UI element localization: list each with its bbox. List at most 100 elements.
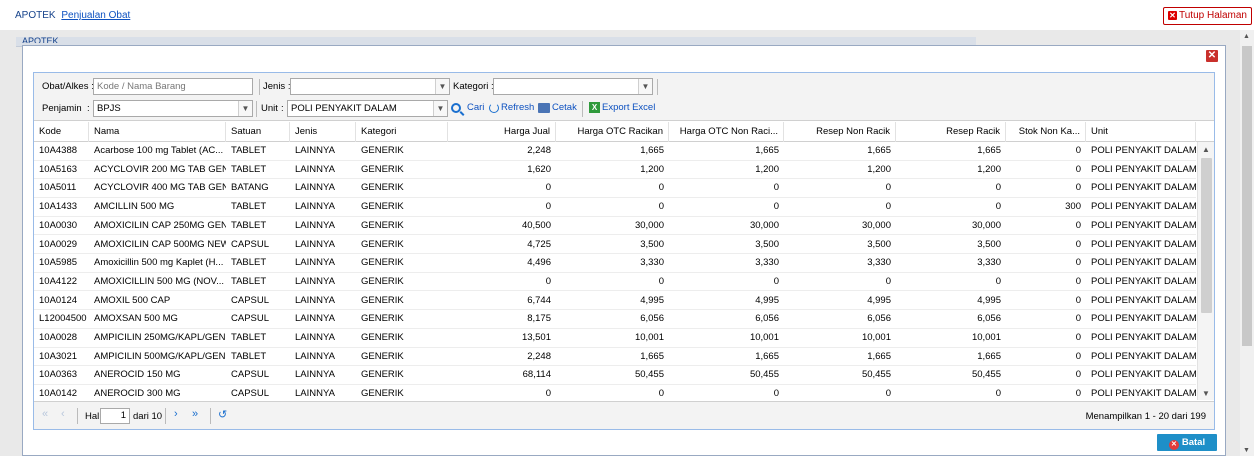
cell-nama: ACYCLOVIR 200 MG TAB GEN: [94, 163, 226, 175]
table-row[interactable]: 10A0030 AMOXICILIN CAP 250MG GEN TABLET LAI…: [34, 217, 1196, 236]
cell-resep-non-racik: 1,665: [867, 350, 891, 362]
cell-jenis: LAINNYA: [295, 350, 335, 362]
column-header-unit[interactable]: Unit: [1086, 122, 1196, 142]
table-row[interactable]: 10A3021 AMPICILIN 500MG/KAPL/GEN TABLET LAI…: [34, 348, 1196, 367]
column-header-harga-otc-racikan[interactable]: Harga OTC Racikan: [556, 122, 669, 142]
cell-resep-non-racik: 0: [885, 388, 891, 400]
unit-select[interactable]: POLI PENYAKIT DALAM ▼: [287, 100, 448, 117]
column-header-harga-jual[interactable]: Harga Jual: [448, 122, 556, 142]
page-number-input[interactable]: 1: [100, 408, 130, 424]
breadcrumb-page-link[interactable]: Penjualan Obat: [61, 10, 130, 21]
table-row[interactable]: 10A0029 AMOXICILIN CAP 500MG NEW CAPSUL LAI…: [34, 236, 1196, 255]
scroll-down-icon[interactable]: ▼: [1243, 447, 1250, 454]
table-row[interactable]: 10A1433 AMCILLIN 500 MG TABLET LAINNYA GENER…: [34, 198, 1196, 217]
cell-kode: L12004500: [39, 313, 87, 325]
grid-scrollbar[interactable]: ▲ ▼: [1197, 142, 1214, 400]
cell-harga-otc-racikan: 6,056: [640, 313, 664, 325]
table-row[interactable]: 10A0124 AMOXIL 500 CAP CAPSUL LAINNYA GENERI…: [34, 292, 1196, 311]
table-row[interactable]: 10A5011 ACYCLOVIR 400 MG TAB GEN BATANG LAI…: [34, 179, 1196, 198]
cell-jenis: LAINNYA: [295, 238, 335, 250]
table-row[interactable]: 10A0363 ANEROCID 150 MG CAPSUL LAINNYA GENER…: [34, 366, 1196, 385]
cell-stok-non-kapasitas: 0: [1075, 350, 1081, 362]
cell-resep-non-racik: 10,001: [861, 332, 891, 343]
chevron-down-icon[interactable]: ▼: [433, 101, 447, 116]
first-page-icon[interactable]: «: [42, 408, 48, 420]
cell-kode: 10A0142: [39, 388, 78, 400]
column-header-satuan[interactable]: Satuan: [226, 122, 290, 142]
table-row[interactable]: 10A4122 AMOXICILLIN 500 MG (NOV... TABLET L…: [34, 273, 1196, 292]
cell-harga-otc-racikan: 0: [658, 182, 664, 194]
table-row[interactable]: L12004500 AMOXSAN 500 MG CAPSUL LAINNYA GENE…: [34, 310, 1196, 329]
penjamin-select-value: BPJS: [97, 103, 121, 114]
cell-harga-otc-racikan: 3,330: [640, 257, 664, 269]
cell-harga-otc-non-racikan: 50,455: [749, 369, 779, 381]
page-scrollbar[interactable]: ▲ ▼: [1240, 30, 1254, 456]
cell-unit: POLI PENYAKIT DALAM: [1091, 332, 1196, 343]
cell-unit: POLI PENYAKIT DALAM: [1091, 369, 1196, 381]
cell-kategori: GENERIK: [361, 313, 404, 325]
cell-kategori: GENERIK: [361, 163, 404, 175]
cell-jenis: LAINNYA: [295, 313, 335, 325]
cari-button[interactable]: Cari: [451, 102, 484, 113]
column-header-kode[interactable]: Kode: [34, 122, 89, 142]
cell-unit: POLI PENYAKIT DALAM: [1091, 182, 1196, 194]
next-page-icon[interactable]: ›: [174, 408, 178, 420]
dialog-close-icon[interactable]: ✕: [1206, 50, 1218, 62]
grid-scrollbar-thumb[interactable]: [1201, 158, 1212, 313]
batal-label: Batal: [1181, 437, 1206, 448]
column-header-harga-otc-non-racikan[interactable]: Harga OTC Non Raci...: [669, 122, 784, 142]
cetak-button[interactable]: Cetak: [538, 102, 577, 113]
table-row[interactable]: 10A0028 AMPICILIN 250MG/KAPL/GEN TABLET LAI…: [34, 329, 1196, 348]
cell-harga-otc-racikan: 0: [658, 201, 664, 213]
penjamin-select[interactable]: BPJS ▼: [93, 100, 253, 117]
chevron-down-icon[interactable]: ▼: [638, 79, 652, 94]
chevron-down-icon[interactable]: ▼: [238, 101, 252, 116]
penjamin-colon: :: [87, 103, 90, 114]
cell-unit: POLI PENYAKIT DALAM: [1091, 145, 1196, 156]
cell-stok-non-kapasitas: 0: [1075, 388, 1081, 400]
cell-nama: ACYCLOVIR 400 MG TAB GEN: [94, 182, 226, 194]
column-header-kategori[interactable]: Kategori: [356, 122, 448, 142]
cell-nama: AMOXSAN 500 MG: [94, 313, 178, 325]
jenis-select[interactable]: ▼: [290, 78, 450, 95]
cell-kode: 10A3021: [39, 350, 78, 362]
table-row[interactable]: 10A0142 ANEROCID 300 MG CAPSUL LAINNYA GENER…: [34, 385, 1196, 400]
cell-kode: 10A0028: [39, 332, 78, 343]
table-row[interactable]: 10A5985 Amoxicillin 500 mg Kaplet (H... TA…: [34, 254, 1196, 273]
chevron-down-icon[interactable]: ▼: [435, 79, 449, 94]
last-page-icon[interactable]: »: [192, 408, 198, 420]
product-grid: Kode Nama Satuan Jenis Kategori Harga Jual Har…: [34, 122, 1214, 400]
prev-page-icon[interactable]: ‹: [61, 408, 65, 420]
cell-jenis: LAINNYA: [295, 201, 335, 213]
column-header-resep-non-racik[interactable]: Resep Non Racik: [784, 122, 896, 142]
kategori-select[interactable]: ▼: [493, 78, 653, 95]
cell-resep-non-racik: 6,056: [867, 313, 891, 325]
cell-harga-jual: 0: [545, 275, 551, 287]
cell-jenis: LAINNYA: [295, 294, 335, 306]
column-header-nama[interactable]: Nama: [89, 122, 226, 142]
cell-stok-non-kapasitas: 0: [1075, 145, 1081, 156]
cell-harga-jual: 40,500: [521, 219, 551, 231]
column-header-stok-non-kapasitas[interactable]: Stok Non Ka...: [1006, 122, 1086, 142]
cell-resep-non-racik: 50,455: [861, 369, 891, 381]
scroll-up-icon[interactable]: ▲: [1202, 145, 1210, 154]
reload-icon[interactable]: ↺: [218, 408, 227, 421]
table-row[interactable]: 10A5163 ACYCLOVIR 200 MG TAB GEN TABLET LAI…: [34, 161, 1196, 180]
batal-button[interactable]: ✕ Batal: [1157, 434, 1217, 451]
close-page-button[interactable]: ✕ Tutup Halaman: [1163, 7, 1252, 25]
table-row[interactable]: 10A4388 Acarbose 100 mg Tablet (AC... TABL…: [34, 142, 1196, 161]
cell-harga-otc-non-racikan: 6,056: [755, 313, 779, 325]
page-scrollbar-thumb[interactable]: [1242, 46, 1252, 346]
scroll-down-icon[interactable]: ▼: [1202, 389, 1210, 398]
obat-search-input[interactable]: Kode / Nama Barang: [93, 78, 253, 95]
column-header-jenis[interactable]: Jenis: [290, 122, 356, 142]
refresh-button[interactable]: Refresh: [489, 102, 534, 113]
refresh-icon: [489, 102, 499, 113]
cell-stok-non-kapasitas: 0: [1075, 294, 1081, 306]
page-info: Menampilkan 1 - 20 dari 199: [1085, 411, 1206, 422]
cell-satuan: CAPSUL: [231, 388, 270, 400]
column-header-resep-racik[interactable]: Resep Racik: [896, 122, 1006, 142]
export-excel-button[interactable]: X Export Excel: [589, 102, 655, 113]
scroll-up-icon[interactable]: ▲: [1243, 33, 1250, 40]
cell-kode: 10A5163: [39, 163, 78, 175]
